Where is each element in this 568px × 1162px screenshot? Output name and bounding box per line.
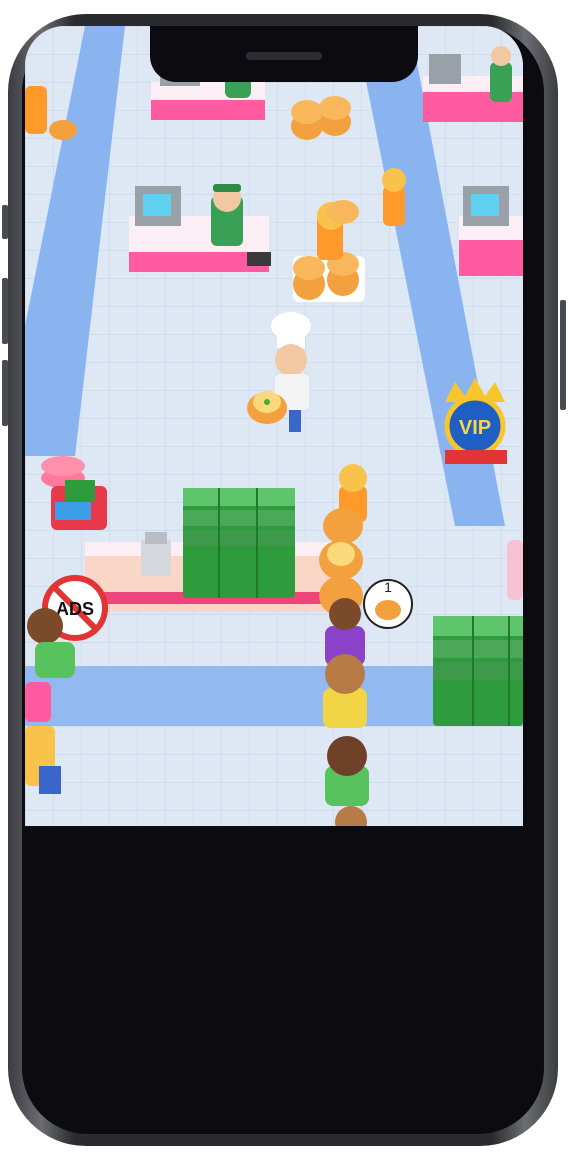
- game-scene[interactable]: VIP 1 ADS: [25, 26, 523, 826]
- mute-switch: [2, 205, 8, 239]
- volume-down-button: [2, 360, 8, 426]
- order-count: 1: [384, 579, 392, 595]
- order-bubble: 1: [363, 579, 413, 629]
- customer-queue: [323, 598, 369, 826]
- walking-girl: [382, 168, 406, 226]
- vip-label: VIP: [459, 417, 491, 439]
- money-stack-right: [433, 616, 523, 726]
- power-button: [560, 300, 566, 410]
- money-stack-counter: [183, 488, 295, 598]
- phone-speaker: [246, 52, 322, 60]
- drink-dispenser: [507, 540, 523, 600]
- vip-badge[interactable]: VIP: [444, 378, 507, 464]
- empty-black-area: [25, 826, 523, 1116]
- game-screen[interactable]: VIP 1 ADS: [25, 26, 523, 826]
- no-ads-label: ADS: [56, 599, 94, 619]
- volume-up-button: [2, 278, 8, 344]
